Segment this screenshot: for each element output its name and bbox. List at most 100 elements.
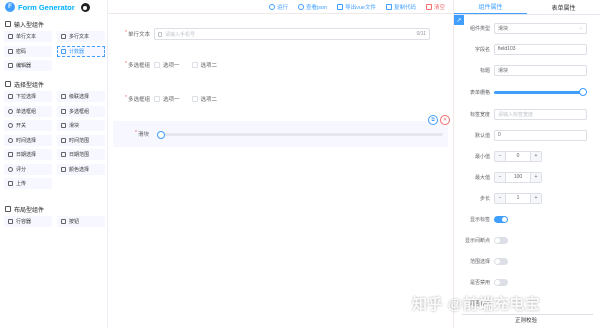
slider-icon xyxy=(61,123,66,128)
component-time[interactable]: 时间选择 xyxy=(4,134,52,146)
form-item-checkbox-1: * 多选框组 选项一 选项二 xyxy=(124,61,218,69)
button-icon xyxy=(61,219,66,224)
component-switch[interactable]: 开关 xyxy=(4,120,52,131)
view-json-button[interactable]: 查看json xyxy=(298,3,327,11)
switch-icon xyxy=(8,123,13,128)
form-item-checkbox-2: * 多选框组 选项一 选项二 xyxy=(124,95,218,103)
component-select[interactable]: 下拉选择 xyxy=(4,91,52,102)
export-vue-button[interactable]: 导出vue文件 xyxy=(337,3,376,11)
component-editor[interactable]: 编辑器 xyxy=(4,60,52,71)
increment-button[interactable]: + xyxy=(530,151,541,161)
copy-icon xyxy=(385,3,392,10)
panel-tabs: 组件属性 表单属性 xyxy=(454,0,600,15)
field-name-input[interactable]: field103 xyxy=(494,43,587,55)
show-label-switch[interactable] xyxy=(494,215,508,223)
prop-disabled: 是否禁用 xyxy=(454,276,600,288)
grid-slider-thumb[interactable] xyxy=(579,88,587,96)
field-label: 多选框组 xyxy=(127,97,150,103)
component-slider[interactable]: 滑块 xyxy=(57,120,105,131)
decrement-button[interactable]: − xyxy=(495,151,506,161)
char-counter: 0/11 xyxy=(416,31,426,37)
prop-min: 最小值 − 0 + xyxy=(454,150,600,162)
increment-button[interactable]: + xyxy=(530,193,541,203)
prop-show-stops: 显示间断点 xyxy=(454,234,600,246)
component-color[interactable]: 颜色选择 xyxy=(57,163,105,175)
component-checkbox[interactable]: 多选框组 xyxy=(57,105,105,117)
component-input[interactable]: 单行文本 xyxy=(4,31,52,42)
max-stepper[interactable]: − 100 + xyxy=(494,171,542,183)
checkbox-icon xyxy=(61,108,66,114)
prop-default: 默认值 0 xyxy=(454,129,600,141)
step-stepper[interactable]: − 1 + xyxy=(494,192,542,204)
play-icon xyxy=(268,3,275,10)
title-input[interactable]: 滑块 xyxy=(494,64,587,76)
run-button[interactable]: 运行 xyxy=(268,3,288,11)
group-title-select: 选择型组件 xyxy=(0,80,107,89)
component-upload[interactable]: 上传 xyxy=(4,178,52,189)
number-icon xyxy=(61,48,66,54)
decrement-button[interactable]: − xyxy=(495,193,506,203)
prop-label-width: 标签宽度 请输入标签宽度 xyxy=(454,108,600,120)
checkbox-option-2[interactable]: 选项二 xyxy=(191,95,217,103)
tab-form-props[interactable]: 表单属性 xyxy=(527,0,600,14)
logo-mark: F xyxy=(5,2,15,12)
phone-input[interactable]: 请输入手机号 0/11 xyxy=(154,28,430,40)
radio-icon xyxy=(8,108,13,114)
app-logo: F Form Generator xyxy=(0,0,107,14)
component-password[interactable]: 密码 xyxy=(4,45,52,57)
layout-components: 行容器 按钮 xyxy=(0,216,107,227)
form-item-text: * 单行文本 请输入手机号 0/11 xyxy=(116,25,446,43)
grid-slider-track xyxy=(494,91,584,94)
calendar-icon xyxy=(8,152,13,157)
component-rate[interactable]: 评分 xyxy=(4,163,52,175)
prop-type: 组件类型 滑块 ⌄ xyxy=(454,22,600,34)
label-width-input[interactable]: 请输入标签宽度 xyxy=(494,108,587,120)
component-button[interactable]: 按钮 xyxy=(57,216,105,227)
copy-code-button[interactable]: 复制代码 xyxy=(385,3,416,11)
delete-item-button[interactable]: ✕ xyxy=(440,115,450,125)
divider xyxy=(462,314,593,315)
min-stepper[interactable]: − 0 + xyxy=(494,150,542,162)
checkbox-option-2[interactable]: 选项二 xyxy=(191,61,217,69)
checkbox-option-1[interactable]: 选项一 xyxy=(154,95,180,103)
disabled-switch[interactable] xyxy=(494,278,508,286)
group-title-input: 输入型组件 xyxy=(0,20,107,29)
range-switch[interactable] xyxy=(494,257,508,265)
component-date-range[interactable]: 日期范围 xyxy=(57,149,105,160)
upload-icon xyxy=(8,181,13,186)
slider-thumb[interactable] xyxy=(157,130,165,139)
tab-component-props[interactable]: 组件属性 xyxy=(454,0,527,14)
component-row[interactable]: 行容器 xyxy=(4,216,52,227)
default-value-input[interactable]: 0 xyxy=(494,129,587,141)
copy-icon: ⧉ xyxy=(431,117,435,123)
checkbox-option-1[interactable]: 选项一 xyxy=(154,61,180,69)
textarea-icon xyxy=(61,34,66,39)
component-cascader[interactable]: 级联选择 xyxy=(57,91,105,102)
decrement-button[interactable]: − xyxy=(495,172,506,182)
slider-track[interactable] xyxy=(160,133,443,136)
component-date[interactable]: 日期选择 xyxy=(4,149,52,160)
type-select[interactable]: 滑块 ⌄ xyxy=(494,22,587,34)
clear-button[interactable]: 清空 xyxy=(425,3,445,11)
increment-button[interactable]: + xyxy=(530,172,541,182)
github-icon[interactable] xyxy=(80,2,90,12)
watermark: 知乎 @前端充电宝 xyxy=(412,296,541,313)
show-stops-switch[interactable] xyxy=(494,236,508,244)
field-label: 单行文本 xyxy=(127,32,150,38)
clock-icon xyxy=(8,137,13,143)
form-designer: 运行 查看json 导出vue文件 复制代码 清空 * 单行文本 请输入手机号 0… xyxy=(108,0,453,328)
time-range-icon xyxy=(61,137,66,143)
copy-item-button[interactable]: ⧉ xyxy=(428,115,438,125)
component-radio[interactable]: 单选框组 xyxy=(4,105,52,117)
input-icon xyxy=(8,34,13,39)
eye-icon xyxy=(298,3,304,10)
component-panel: F Form Generator 输入型组件 单行文本 多行文本 密码 计数器 … xyxy=(0,0,108,328)
date-range-icon xyxy=(61,152,66,157)
form-item-slider-active[interactable]: * 滑块 ⧉ ✕ xyxy=(113,115,450,147)
chevron-down-icon: ⌄ xyxy=(578,25,583,31)
component-time-range[interactable]: 时间范围 xyxy=(57,134,105,146)
component-number[interactable]: 计数器 xyxy=(57,45,105,57)
editor-icon xyxy=(8,63,13,68)
component-textarea[interactable]: 多行文本 xyxy=(57,31,105,42)
grid-span-slider[interactable] xyxy=(494,88,587,96)
